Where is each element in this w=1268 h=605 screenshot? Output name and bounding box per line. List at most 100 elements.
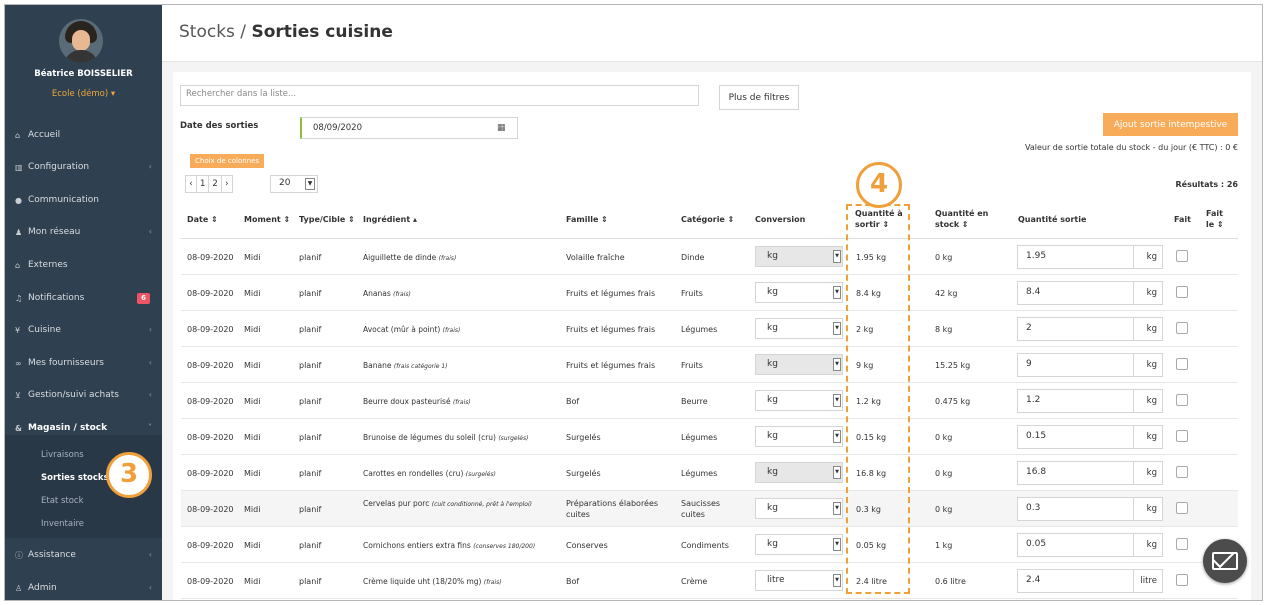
nav-notifications[interactable]: ♫ Notifications 6 (5, 285, 162, 311)
chevron-down-icon: ▼ (833, 466, 841, 479)
conversion-select[interactable]: kg ▼ (755, 534, 843, 555)
qty-out-input[interactable]: 0.05 (1017, 533, 1134, 557)
done-checkbox[interactable] (1176, 250, 1188, 262)
conversion-select[interactable]: kg ▼ (755, 462, 843, 483)
chevron-down-icon: ▼ (833, 286, 841, 299)
done-checkbox[interactable] (1176, 574, 1188, 586)
nav-cuisine[interactable]: ¥ Cuisine ‹ (5, 317, 162, 343)
nav-configuration[interactable]: ▥ Configuration ‹ (5, 154, 162, 180)
calendar-icon[interactable]: ▦ (497, 123, 506, 133)
ingredient-name: Ananas (363, 289, 391, 298)
table-row: 08-09-2020 Midi planif Brunoise de légumes … (181, 419, 1238, 455)
nav-assistance[interactable]: ⓘ Assistance ‹ (5, 542, 162, 568)
qty-unit: kg (1133, 353, 1163, 377)
done-checkbox[interactable] (1176, 466, 1188, 478)
col-categorie[interactable]: Catégorie ⇕ (681, 215, 734, 224)
conversion-select[interactable]: kg ▼ (755, 354, 843, 375)
col-qty-stock[interactable]: Quantité en (935, 209, 988, 218)
nav-admin[interactable]: ♙ Admin ‹ (5, 575, 162, 600)
conversion-select[interactable]: kg ▼ (755, 318, 843, 339)
done-checkbox[interactable] (1176, 394, 1188, 406)
user-school-dropdown[interactable]: Ecole (démo) ▾ (5, 89, 162, 99)
cell-categorie: Fruits (681, 361, 703, 370)
col-famille[interactable]: Famille ⇕ (566, 215, 608, 224)
nav-mon-reseau[interactable]: ♟ Mon réseau ‹ (5, 219, 162, 245)
conversion-select[interactable]: kg ▼ (755, 426, 843, 447)
nav-mes-fournisseurs[interactable]: ∞ Mes fournisseurs ‹ (5, 350, 162, 376)
cell-type: planif (299, 469, 322, 478)
chevron-left-icon: ‹ (148, 325, 152, 334)
submenu-sorties-stocks[interactable]: Sorties stocks (41, 473, 109, 483)
avatar[interactable] (59, 19, 103, 63)
qty-out-input[interactable]: 0.3 (1017, 497, 1134, 521)
pager-page-1[interactable]: 1 (196, 175, 210, 193)
conversion-value: kg (767, 395, 778, 405)
search-input[interactable]: Rechercher dans la liste... (180, 85, 699, 106)
conversion-select[interactable]: kg ▼ (755, 390, 843, 411)
page-size-select[interactable]: 20 ▼ (270, 175, 318, 193)
nav-externes[interactable]: ⌂ Externes (5, 252, 162, 278)
columns-choice-button[interactable]: Choix de colonnes (190, 154, 265, 168)
qty-out-input[interactable]: 0.15 (1017, 425, 1134, 449)
done-checkbox[interactable] (1176, 286, 1188, 298)
nav-label: Magasin / stock (28, 423, 108, 433)
qty-out-input[interactable]: 2.4 (1017, 569, 1134, 593)
conversion-select[interactable]: kg ▼ (755, 246, 843, 267)
chevron-left-icon: ‹ (148, 550, 152, 559)
submenu-etat-stock[interactable]: Etat stock (41, 496, 84, 506)
page-size-value: 20 (279, 178, 291, 188)
ingredient-note: (frais) (393, 291, 411, 298)
pager-next[interactable]: › (220, 175, 233, 193)
nav-communication[interactable]: ● Communication (5, 187, 162, 213)
cell-moment: Midi (244, 505, 261, 514)
cell-famille: Surgelés (566, 433, 601, 442)
done-checkbox[interactable] (1176, 358, 1188, 370)
qty-unit: kg (1133, 281, 1163, 305)
pager-page-2[interactable]: 2 (208, 175, 222, 193)
date-field[interactable]: 08/09/2020 ▦ (300, 117, 518, 139)
col-qty-stock-2[interactable]: stock ⇕ (935, 220, 969, 229)
chevron-left-icon: ‹ (148, 583, 152, 592)
done-checkbox[interactable] (1176, 538, 1188, 550)
chevron-down-icon: ▼ (833, 358, 841, 371)
bell-icon: ♫ (15, 293, 23, 303)
qty-unit: kg (1133, 245, 1163, 269)
qty-out-input[interactable]: 2 (1017, 317, 1134, 341)
info-icon: ⓘ (15, 550, 23, 560)
col-fait-le-2[interactable]: le ⇕ (1206, 220, 1224, 229)
col-moment[interactable]: Moment ⇕ (244, 215, 290, 224)
qty-out-input[interactable]: 1.2 (1017, 389, 1134, 413)
done-checkbox[interactable] (1176, 430, 1188, 442)
ingredient-note: (frais) (483, 579, 502, 586)
submenu-livraisons[interactable]: Livraisons (41, 450, 84, 460)
conversion-select[interactable]: kg ▼ (755, 498, 843, 519)
nav-label: Cuisine (28, 325, 61, 335)
col-type[interactable]: Type/Cible ⇕ (299, 215, 355, 224)
submenu-inventaire[interactable]: Inventaire (41, 519, 84, 529)
nav-accueil[interactable]: ⌂ Accueil (5, 122, 162, 148)
qty-unit: kg (1133, 497, 1163, 521)
qty-out-input[interactable]: 1.95 (1017, 245, 1134, 269)
conversion-select[interactable]: kg ▼ (755, 282, 843, 303)
add-intempestive-exit-button[interactable]: Ajout sortie intempestive (1103, 113, 1238, 136)
table-row: 08-09-2020 Midi planif Ananas (frais) Fruits… (181, 275, 1238, 311)
ingredient-note: (frais catégorie 1) (393, 363, 448, 370)
done-checkbox[interactable] (1176, 322, 1188, 334)
cell-famille: Conserves (566, 541, 608, 550)
done-checkbox[interactable] (1176, 502, 1188, 514)
qty-out-input[interactable]: 16.8 (1017, 461, 1134, 485)
col-ingredient[interactable]: Ingrédient ▴ (363, 215, 417, 224)
more-filters-button[interactable]: Plus de filtres (719, 85, 799, 110)
conversion-value: kg (767, 251, 778, 261)
chat-button[interactable] (1203, 539, 1247, 583)
nav-label: Gestion/suivi achats (28, 390, 119, 400)
qty-out-input[interactable]: 9 (1017, 353, 1134, 377)
col-fait-le[interactable]: Fait (1206, 209, 1223, 218)
cell-qty-stock: 42 kg (935, 289, 958, 298)
nav-gestion-achats[interactable]: ⊻ Gestion/suivi achats ‹ (5, 382, 162, 408)
sidebar: Béatrice BOISSELIER Ecole (démo) ▾ ⌂ Acc… (5, 5, 162, 600)
col-date[interactable]: Date ⇕ (187, 215, 218, 224)
conversion-select[interactable]: litre ▼ (755, 570, 843, 591)
qty-out-input[interactable]: 8.4 (1017, 281, 1134, 305)
home-icon: ⌂ (15, 130, 21, 140)
